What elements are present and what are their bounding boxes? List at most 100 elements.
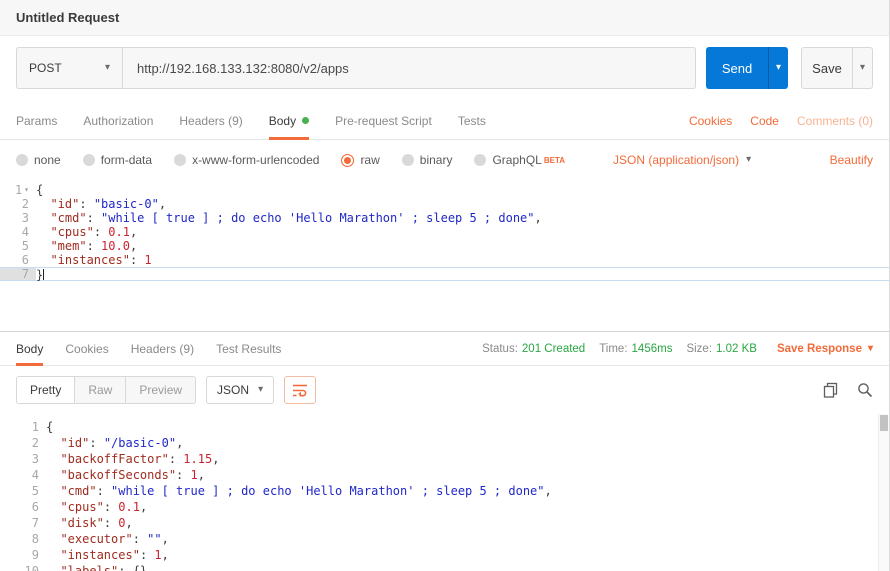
radio-none[interactable]: none: [16, 153, 61, 167]
method-select[interactable]: POST ▾: [16, 47, 122, 89]
response-toolbar: Pretty Raw Preview JSON ▾: [0, 366, 889, 414]
code-line[interactable]: 3 "backoffFactor": 1.15,: [0, 451, 889, 467]
response-tab-body[interactable]: Body: [16, 332, 43, 365]
save-button[interactable]: Save: [801, 47, 853, 89]
code-text: "backoffSeconds": 1,: [46, 467, 889, 483]
url-text: http://192.168.133.132:8080/v2/apps: [137, 61, 349, 76]
copy-response-button[interactable]: [823, 382, 839, 398]
content-type-label: JSON (application/json): [613, 153, 739, 167]
radio-circle-icon: [83, 154, 95, 166]
wrap-text-button[interactable]: [284, 376, 316, 404]
radio-raw[interactable]: raw: [341, 153, 379, 167]
code-line[interactable]: 10 "labels": {},: [0, 563, 889, 571]
line-number: 7: [0, 515, 46, 531]
response-tabs-row: Body Cookies Headers (9) Test Results St…: [0, 332, 889, 366]
chevron-down-icon: ▾: [105, 63, 110, 73]
line-number: 5: [0, 239, 36, 253]
search-response-button[interactable]: [857, 382, 873, 398]
content-type-select[interactable]: JSON (application/json) ▾: [613, 153, 751, 167]
response-body-editor[interactable]: 1{2 "id": "/basic-0",3 "backoffFactor": …: [0, 414, 889, 571]
view-raw-button[interactable]: Raw: [74, 376, 126, 404]
radio-urlencoded[interactable]: x-www-form-urlencoded: [174, 153, 319, 167]
request-title-bar: Untitled Request: [0, 0, 889, 36]
line-number: 10: [0, 563, 46, 571]
response-tab-cookies[interactable]: Cookies: [65, 332, 108, 365]
tab-tests[interactable]: Tests: [458, 102, 486, 139]
code-line[interactable]: 1{: [0, 419, 889, 435]
radio-binary[interactable]: binary: [402, 153, 453, 167]
comments-link[interactable]: Comments (0): [797, 114, 873, 128]
status-badge: 201 Created: [522, 343, 585, 355]
radio-raw-label: raw: [360, 153, 379, 167]
code-text: "cpus": 0.1,: [46, 499, 889, 515]
scrollbar-thumb[interactable]: [880, 415, 888, 431]
code-line[interactable]: 6 "cpus": 0.1,: [0, 499, 889, 515]
code-text: "labels": {},: [46, 563, 889, 571]
radio-binary-label: binary: [420, 153, 453, 167]
graphql-beta-badge: BETA: [544, 156, 565, 165]
send-button-group: Send ▾: [706, 47, 788, 89]
radio-graphql[interactable]: GraphQL BETA: [474, 153, 565, 167]
response-tab-test-results[interactable]: Test Results: [216, 332, 281, 365]
line-number: 4: [0, 467, 46, 483]
code-line[interactable]: 6 "instances": 1: [0, 253, 889, 267]
scrollbar[interactable]: [878, 414, 889, 571]
response-toolbar-right: [823, 382, 873, 398]
response-format-select[interactable]: JSON ▾: [206, 376, 274, 404]
url-input[interactable]: http://192.168.133.132:8080/v2/apps: [122, 47, 696, 89]
code-text: "disk": 0,: [46, 515, 889, 531]
tab-prerequest-script[interactable]: Pre-request Script: [335, 102, 432, 139]
save-button-group: Save ▾: [801, 47, 873, 89]
radio-circle-icon: [174, 154, 186, 166]
radio-circle-icon: [16, 154, 28, 166]
radio-form-data[interactable]: form-data: [83, 153, 152, 167]
tab-headers[interactable]: Headers (9): [179, 102, 242, 139]
save-response-label: Save Response: [777, 343, 862, 355]
code-line[interactable]: 1▾{: [0, 183, 889, 197]
code-text: "instances": 1: [36, 253, 889, 267]
line-number: 5: [0, 483, 46, 499]
send-button[interactable]: Send: [706, 47, 768, 89]
view-preview-button[interactable]: Preview: [125, 376, 196, 404]
view-pretty-button[interactable]: Pretty: [16, 376, 75, 404]
line-number: 2: [0, 197, 36, 211]
save-response-button[interactable]: Save Response ▾: [777, 343, 873, 355]
radio-none-label: none: [34, 153, 61, 167]
chevron-down-icon: ▾: [776, 63, 781, 73]
size-label: Size:: [686, 343, 712, 355]
tab-authorization[interactable]: Authorization: [83, 102, 153, 139]
size-value: 1.02 KB: [716, 343, 757, 355]
cookies-link[interactable]: Cookies: [689, 114, 732, 128]
status-label: Status:: [482, 343, 518, 355]
time-value: 1456ms: [632, 343, 673, 355]
code-line[interactable]: 2 "id": "/basic-0",: [0, 435, 889, 451]
chevron-down-icon: ▾: [868, 344, 873, 354]
line-number: 7: [0, 268, 36, 280]
beautify-link[interactable]: Beautify: [830, 153, 873, 167]
text-cursor: [43, 269, 44, 280]
code-line[interactable]: 5 "mem": 10.0,: [0, 239, 889, 253]
line-number: 2: [0, 435, 46, 451]
code-line[interactable]: 4 "backoffSeconds": 1,: [0, 467, 889, 483]
tab-body[interactable]: Body: [269, 102, 309, 139]
code-text: "executor": "",: [46, 531, 889, 547]
save-options-button[interactable]: ▾: [852, 47, 873, 89]
request-body-editor[interactable]: 1▾{2 "id": "basic-0",3 "cmd": "while [ t…: [0, 180, 889, 332]
send-options-button[interactable]: ▾: [768, 47, 788, 89]
code-line[interactable]: 2 "id": "basic-0",: [0, 197, 889, 211]
code-line[interactable]: 8 "executor": "",: [0, 531, 889, 547]
code-link[interactable]: Code: [750, 114, 779, 128]
code-text: "cpus": 0.1,: [36, 225, 889, 239]
code-text: "backoffFactor": 1.15,: [46, 451, 889, 467]
code-line[interactable]: 5 "cmd": "while [ true ] ; do echo 'Hell…: [0, 483, 889, 499]
line-number: 6: [0, 499, 46, 515]
tab-params[interactable]: Params: [16, 102, 57, 139]
code-line[interactable]: 9 "instances": 1,: [0, 547, 889, 563]
fold-caret-icon[interactable]: ▾: [24, 183, 29, 197]
code-line[interactable]: 4 "cpus": 0.1,: [0, 225, 889, 239]
code-line[interactable]: 7}: [0, 267, 889, 281]
response-tab-headers[interactable]: Headers (9): [131, 332, 194, 365]
method-label: POST: [29, 61, 62, 75]
code-line[interactable]: 7 "disk": 0,: [0, 515, 889, 531]
code-line[interactable]: 3 "cmd": "while [ true ] ; do echo 'Hell…: [0, 211, 889, 225]
